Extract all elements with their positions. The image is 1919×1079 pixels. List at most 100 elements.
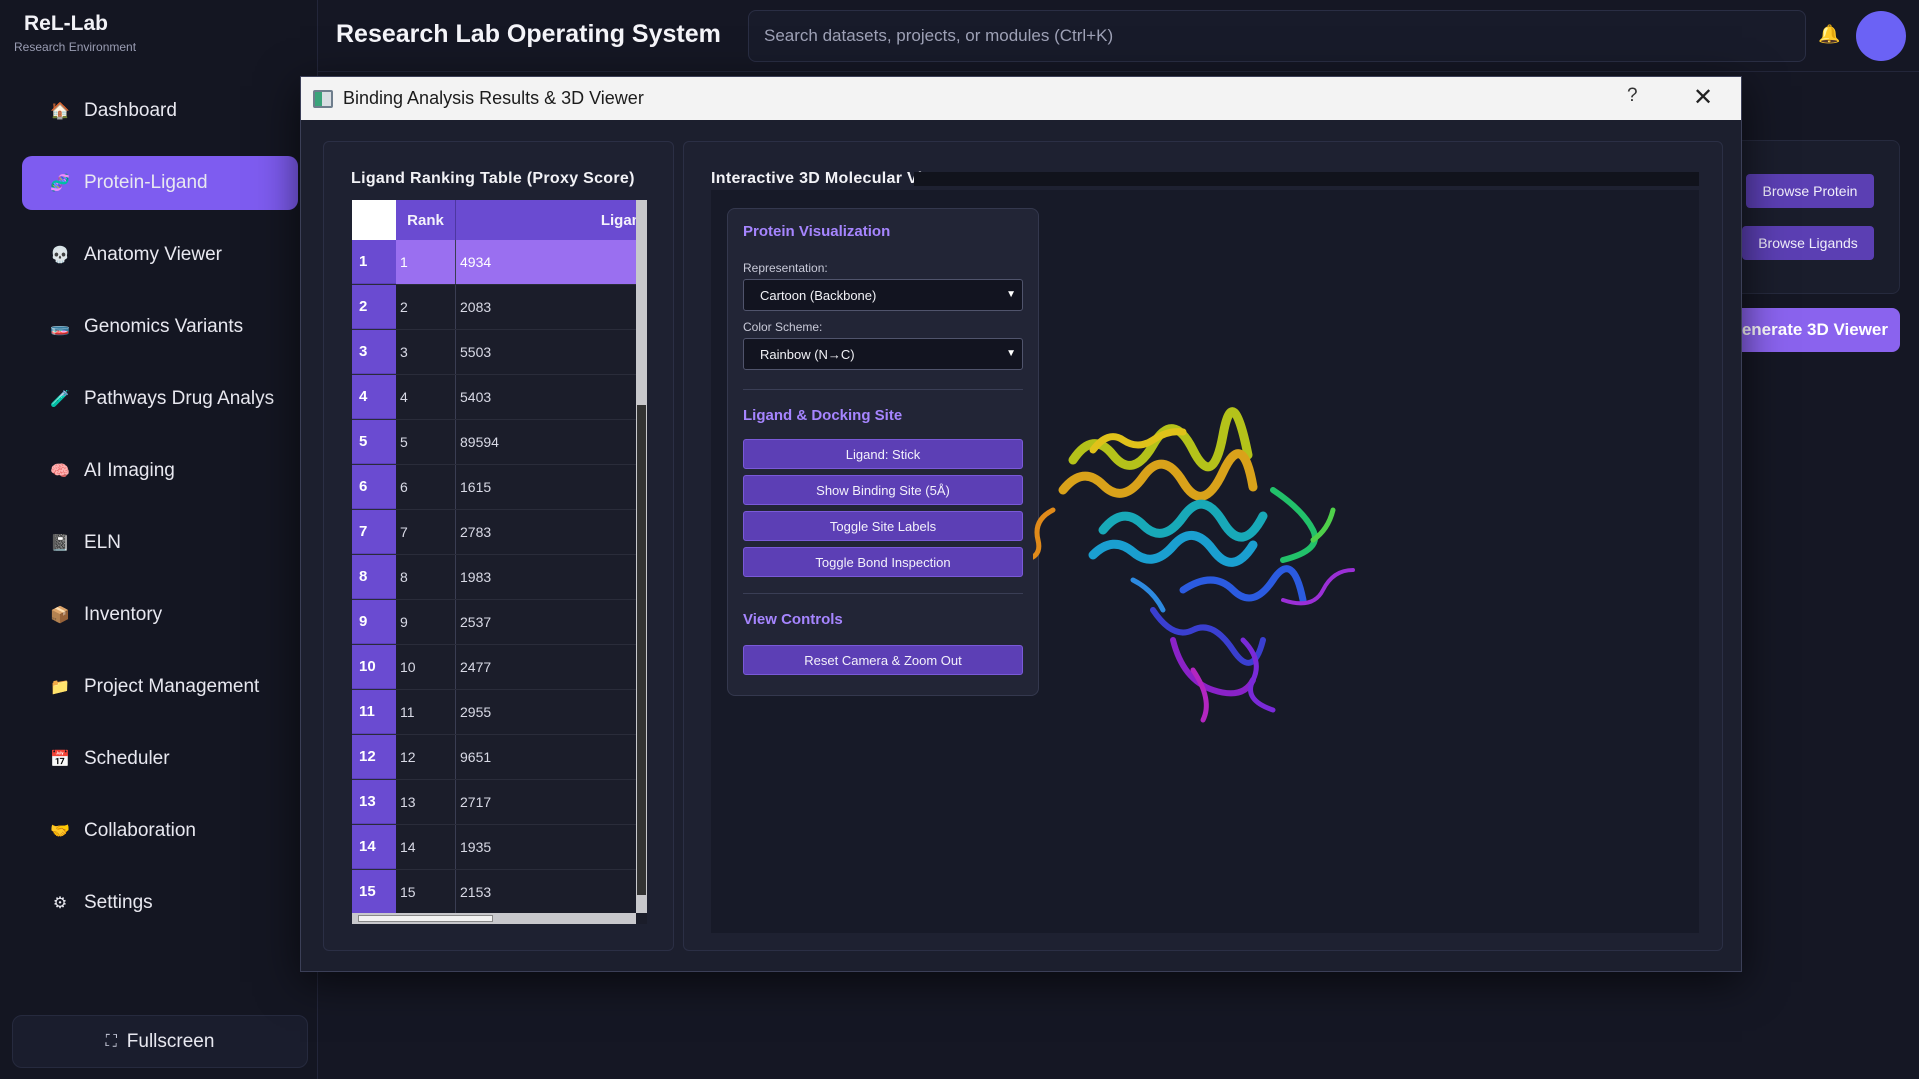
table-row[interactable]: 7 7 2783: [352, 510, 636, 555]
rank-cell[interactable]: 1: [396, 240, 456, 284]
ligand-cell[interactable]: 2537: [456, 600, 636, 644]
table-corner-cell[interactable]: [352, 200, 396, 240]
rank-cell[interactable]: 7: [396, 510, 456, 554]
ligand-cell[interactable]: 2955: [456, 690, 636, 734]
representation-select[interactable]: Cartoon (Backbone) ▼: [743, 279, 1023, 311]
ligand-cell[interactable]: 2477: [456, 645, 636, 689]
ligand-cell[interactable]: 1935: [456, 825, 636, 869]
sidebar-item-anatomy-viewer[interactable]: 💀 Anatomy Viewer: [22, 228, 298, 282]
sidebar-item-pathways-drug-analys[interactable]: 🧪 Pathways Drug Analys: [22, 372, 298, 426]
sidebar-item-project-management[interactable]: 📁 Project Management: [22, 660, 298, 714]
column-header-rank[interactable]: Rank: [396, 200, 456, 240]
rank-cell[interactable]: 5: [396, 420, 456, 464]
ligand-cell[interactable]: 1615: [456, 465, 636, 509]
avatar[interactable]: [1856, 11, 1906, 61]
rank-cell[interactable]: 2: [396, 285, 456, 329]
reset-camera-button[interactable]: Reset Camera & Zoom Out: [743, 645, 1023, 675]
help-button[interactable]: ?: [1627, 85, 1638, 107]
table-row[interactable]: 5 5 89594: [352, 420, 636, 465]
row-index-cell[interactable]: 11: [352, 690, 396, 734]
table-row[interactable]: 12 12 9651: [352, 735, 636, 780]
row-index-cell[interactable]: 10: [352, 645, 396, 689]
rank-cell[interactable]: 6: [396, 465, 456, 509]
fullscreen-button[interactable]: ⛶ Fullscreen: [12, 1015, 308, 1068]
table-row[interactable]: 9 9 2537: [352, 600, 636, 645]
ligand-cell[interactable]: 4934: [456, 240, 636, 284]
table-row[interactable]: 2 2 2083: [352, 285, 636, 330]
browse-ligands-button[interactable]: Browse Ligands: [1742, 226, 1874, 260]
protein-cartoon-render[interactable]: [1033, 380, 1413, 760]
toggle-bond-inspection-button[interactable]: Toggle Bond Inspection: [743, 547, 1023, 577]
ligand-cell[interactable]: 89594: [456, 420, 636, 464]
ligand-stick-button[interactable]: Ligand: Stick: [743, 439, 1023, 469]
browse-protein-button[interactable]: Browse Protein: [1746, 174, 1874, 208]
row-index-cell[interactable]: 6: [352, 465, 396, 509]
ligand-ranking-table[interactable]: Rank Ligand 1149342220833355034454035589…: [352, 200, 647, 924]
rank-cell[interactable]: 8: [396, 555, 456, 599]
ligand-cell[interactable]: 2783: [456, 510, 636, 554]
bell-icon[interactable]: 🔔: [1818, 24, 1840, 45]
show-binding-site-button[interactable]: Show Binding Site (5Å): [743, 475, 1023, 505]
rank-cell[interactable]: 4: [396, 375, 456, 419]
sidebar-item-collaboration[interactable]: 🤝 Collaboration: [22, 804, 298, 858]
table-row[interactable]: 15 15 2153: [352, 870, 636, 915]
rank-cell[interactable]: 10: [396, 645, 456, 689]
ligand-cell[interactable]: 2083: [456, 285, 636, 329]
rank-cell[interactable]: 14: [396, 825, 456, 869]
ligand-cell[interactable]: 2717: [456, 780, 636, 824]
ligand-cell[interactable]: 5403: [456, 375, 636, 419]
rank-cell[interactable]: 11: [396, 690, 456, 734]
rank-cell[interactable]: 3: [396, 330, 456, 374]
row-index-cell[interactable]: 13: [352, 780, 396, 824]
row-index-cell[interactable]: 9: [352, 600, 396, 644]
table-row[interactable]: 14 14 1935: [352, 825, 636, 870]
table-row[interactable]: 13 13 2717: [352, 780, 636, 825]
toggle-site-labels-button[interactable]: Toggle Site Labels: [743, 511, 1023, 541]
row-index-cell[interactable]: 1: [352, 240, 396, 284]
row-index-cell[interactable]: 14: [352, 825, 396, 869]
ligand-cell[interactable]: 9651: [456, 735, 636, 779]
table-row[interactable]: 11 11 2955: [352, 690, 636, 735]
sidebar-item-protein-ligand[interactable]: 🧬 Protein-Ligand: [22, 156, 298, 210]
row-index-cell[interactable]: 2: [352, 285, 396, 329]
row-index-cell[interactable]: 5: [352, 420, 396, 464]
vertical-scrollbar[interactable]: [636, 200, 647, 913]
horizontal-scroll-thumb[interactable]: [358, 915, 493, 922]
sidebar-item-dashboard[interactable]: 🏠 Dashboard: [22, 84, 298, 138]
ligand-cell[interactable]: 1983: [456, 555, 636, 599]
3d-viewer-canvas[interactable]: Protein Visualization Representation: Ca…: [711, 190, 1699, 933]
table-body: 1 1 4934 2 2 2083 3 3 5503 4 4 5403 5 5 89594 6 6 1615 7 7 2…: [352, 240, 636, 915]
row-index-cell[interactable]: 7: [352, 510, 396, 554]
ligand-cell[interactable]: 2153: [456, 870, 636, 914]
rank-cell[interactable]: 9: [396, 600, 456, 644]
sidebar-item-ai-imaging[interactable]: 🧠 AI Imaging: [22, 444, 298, 498]
close-icon[interactable]: ✕: [1693, 83, 1713, 112]
sidebar-item-inventory[interactable]: 📦 Inventory: [22, 588, 298, 642]
table-row[interactable]: 10 10 2477: [352, 645, 636, 690]
search-input[interactable]: [748, 10, 1806, 62]
ligand-cell[interactable]: 5503: [456, 330, 636, 374]
column-header-ligand[interactable]: Ligand: [456, 200, 636, 240]
sidebar-item-genomics-variants[interactable]: 🧫 Genomics Variants: [22, 300, 298, 354]
sidebar-item-settings[interactable]: ⚙ Settings: [22, 876, 298, 930]
generate-3d-viewer-button[interactable]: Generate 3D Viewer: [1728, 308, 1900, 352]
row-index-cell[interactable]: 12: [352, 735, 396, 779]
sidebar-item-eln[interactable]: 📓 ELN: [22, 516, 298, 570]
color-scheme-select[interactable]: Rainbow (N→C) ▼: [743, 338, 1023, 370]
row-index-cell[interactable]: 3: [352, 330, 396, 374]
row-index-cell[interactable]: 15: [352, 870, 396, 914]
sidebar-item-scheduler[interactable]: 📅 Scheduler: [22, 732, 298, 786]
table-row[interactable]: 1 1 4934: [352, 240, 636, 285]
table-row[interactable]: 4 4 5403: [352, 375, 636, 420]
row-index-cell[interactable]: 4: [352, 375, 396, 419]
rank-cell[interactable]: 13: [396, 780, 456, 824]
rank-cell[interactable]: 15: [396, 870, 456, 914]
row-index-cell[interactable]: 8: [352, 555, 396, 599]
table-row[interactable]: 3 3 5503: [352, 330, 636, 375]
vertical-scroll-thumb[interactable]: [637, 405, 646, 895]
sidebar-item-label: Inventory: [84, 604, 163, 625]
rank-cell[interactable]: 12: [396, 735, 456, 779]
horizontal-scrollbar[interactable]: [352, 913, 636, 924]
table-row[interactable]: 6 6 1615: [352, 465, 636, 510]
table-row[interactable]: 8 8 1983: [352, 555, 636, 600]
